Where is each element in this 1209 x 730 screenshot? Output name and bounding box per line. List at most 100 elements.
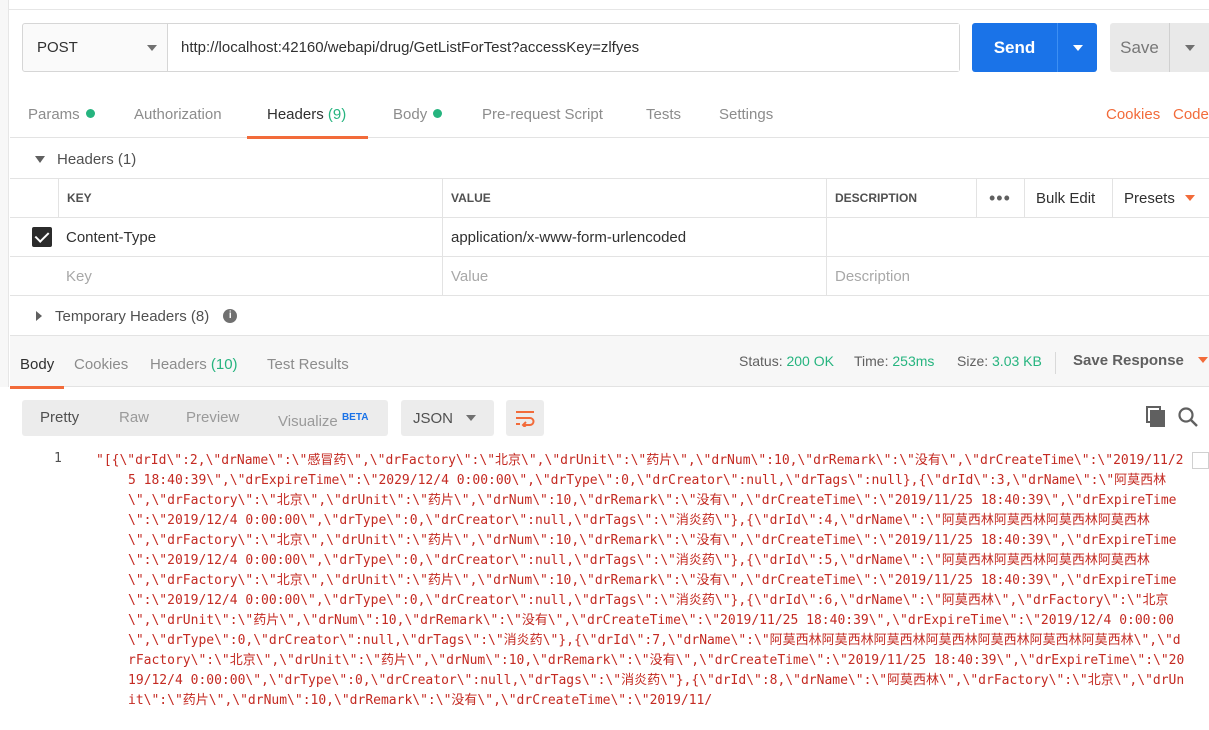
presets-label: Presets [1124, 189, 1175, 207]
view-mode-toolbar: Pretty Raw Preview Visualize BETA [22, 400, 388, 436]
method-select[interactable]: POST [23, 24, 168, 71]
more-options-button[interactable]: ••• [976, 179, 1024, 217]
request-bar: POST http://localhost:42160/webapi/drug/… [22, 23, 960, 72]
response-json-text: "[{\"drId\":2,\"drName\":\"感冒药\",\"drFac… [96, 453, 1185, 708]
tab-params[interactable]: Params [28, 94, 95, 138]
save-button[interactable]: Save [1110, 23, 1209, 72]
beta-badge: BETA [341, 412, 369, 423]
temporary-headers-title: Temporary Headers [55, 307, 187, 325]
size-readout: Size: 3.03 KB [957, 336, 1042, 388]
column-description: DESCRIPTION [826, 179, 976, 217]
response-tab-body[interactable]: Body [9, 336, 65, 389]
header-key-cell[interactable]: Content-Type [58, 218, 442, 256]
size-value: 3.03 KB [992, 353, 1042, 369]
column-value: VALUE [442, 179, 826, 217]
bulk-edit-button[interactable]: Bulk Edit [1024, 179, 1112, 217]
view-visualize-button[interactable]: Visualize BETA [278, 400, 368, 436]
left-edge [0, 0, 9, 387]
headers-section-title: Headers [57, 150, 114, 168]
response-tab-headers-count: (10) [210, 356, 238, 373]
response-tab-test-results[interactable]: Test Results [267, 336, 349, 388]
send-button[interactable]: Send [972, 23, 1097, 72]
visualize-label: Visualize [278, 413, 338, 430]
line-number: 1 [54, 451, 62, 466]
status-label: Status: [739, 353, 783, 369]
response-tab-headers[interactable]: Headers (10) [150, 336, 238, 388]
status-readout: Status: 200 OK [739, 336, 834, 388]
url-input[interactable]: http://localhost:42160/webapi/drug/GetLi… [168, 24, 959, 71]
tab-headers[interactable]: Headers (9) [246, 94, 369, 139]
table-row-empty: Key Value Description [10, 257, 1209, 296]
chevron-down-icon [1184, 195, 1195, 201]
response-tab-headers-label: Headers [150, 356, 207, 373]
new-value-input[interactable]: Value [442, 257, 826, 295]
cookies-link[interactable]: Cookies [1106, 94, 1160, 138]
header-value-cell[interactable]: application/x-www-form-urlencoded [442, 218, 826, 256]
more-horizontal-icon: ••• [989, 187, 1011, 208]
divider [1055, 352, 1056, 374]
save-response-label: Save Response [1073, 352, 1184, 369]
headers-section-header[interactable]: Headers (1) [10, 139, 1209, 179]
tab-tests[interactable]: Tests [646, 94, 681, 138]
headers-section-count: (1) [117, 150, 137, 168]
search-icon[interactable] [1177, 406, 1199, 428]
top-strip [0, 0, 1209, 10]
response-tabs: Body Cookies Headers (10) Test Results S… [9, 335, 1209, 389]
chevron-down-icon [147, 44, 157, 51]
wrap-lines-icon [516, 411, 535, 427]
collapse-triangle-icon [35, 155, 45, 163]
header-description-cell[interactable] [826, 218, 1209, 256]
presets-button[interactable]: Presets [1112, 179, 1209, 217]
send-dropdown[interactable] [1058, 23, 1097, 72]
save-dropdown[interactable] [1170, 23, 1209, 72]
temporary-headers-header[interactable]: Temporary Headers (8) i [10, 296, 1209, 336]
column-key: KEY [58, 179, 442, 217]
tab-body-label: Body [393, 106, 428, 123]
code-link[interactable]: Code [1173, 94, 1209, 138]
view-pretty-button[interactable]: Pretty [40, 400, 79, 436]
headers-table: KEY VALUE DESCRIPTION ••• Bulk Edit Pres… [10, 178, 1209, 296]
format-label: JSON [413, 409, 454, 427]
tab-body[interactable]: Body [393, 94, 443, 138]
format-select[interactable]: JSON [401, 400, 494, 436]
url-text: http://localhost:42160/webapi/drug/GetLi… [181, 39, 640, 56]
tab-params-label: Params [28, 106, 80, 123]
table-row: Content-Type application/x-www-form-urle… [10, 218, 1209, 257]
wrap-lines-button[interactable] [506, 400, 544, 436]
info-icon[interactable]: i [223, 309, 238, 323]
scrollbar-corner[interactable] [1192, 452, 1209, 469]
chevron-down-icon [1184, 44, 1195, 51]
tab-authorization[interactable]: Authorization [134, 94, 222, 138]
expand-triangle-icon [36, 311, 42, 321]
time-value: 253ms [892, 353, 935, 369]
temporary-headers-count: (8) [190, 307, 210, 325]
time-readout: Time: 253ms [854, 336, 934, 388]
status-dot [433, 109, 443, 118]
copy-icon[interactable] [1146, 406, 1166, 428]
status-dot [85, 109, 95, 118]
size-label: Size: [957, 353, 989, 369]
table-header-row: KEY VALUE DESCRIPTION ••• Bulk Edit Pres… [10, 179, 1209, 218]
time-label: Time: [854, 353, 889, 369]
chevron-down-icon [466, 415, 476, 421]
tab-settings[interactable]: Settings [719, 94, 773, 138]
save-label: Save [1110, 23, 1170, 72]
tab-headers-label: Headers [267, 106, 324, 123]
chevron-down-icon [1198, 357, 1209, 363]
status-value: 200 OK [786, 353, 834, 369]
send-label: Send [972, 23, 1058, 72]
view-preview-button[interactable]: Preview [186, 400, 239, 436]
chevron-down-icon [1072, 44, 1083, 51]
header-enabled-checkbox[interactable] [32, 218, 58, 256]
tab-headers-count: (9) [327, 106, 347, 123]
request-tabs: Params Authorization Headers (9) Body Pr… [10, 94, 1209, 139]
response-tab-cookies[interactable]: Cookies [74, 336, 128, 388]
new-key-input[interactable]: Key [58, 257, 442, 295]
response-body-viewer[interactable]: 1 "[{\"drId\":2,\"drName\":\"感冒药\",\"drF… [22, 449, 1209, 730]
tab-prerequest-script[interactable]: Pre-request Script [482, 94, 603, 138]
method-label: POST [37, 39, 78, 56]
view-raw-button[interactable]: Raw [119, 400, 149, 436]
save-response-button[interactable]: Save Response [1073, 336, 1209, 388]
new-description-input[interactable]: Description [826, 257, 1209, 295]
checkmark-icon [32, 227, 52, 247]
